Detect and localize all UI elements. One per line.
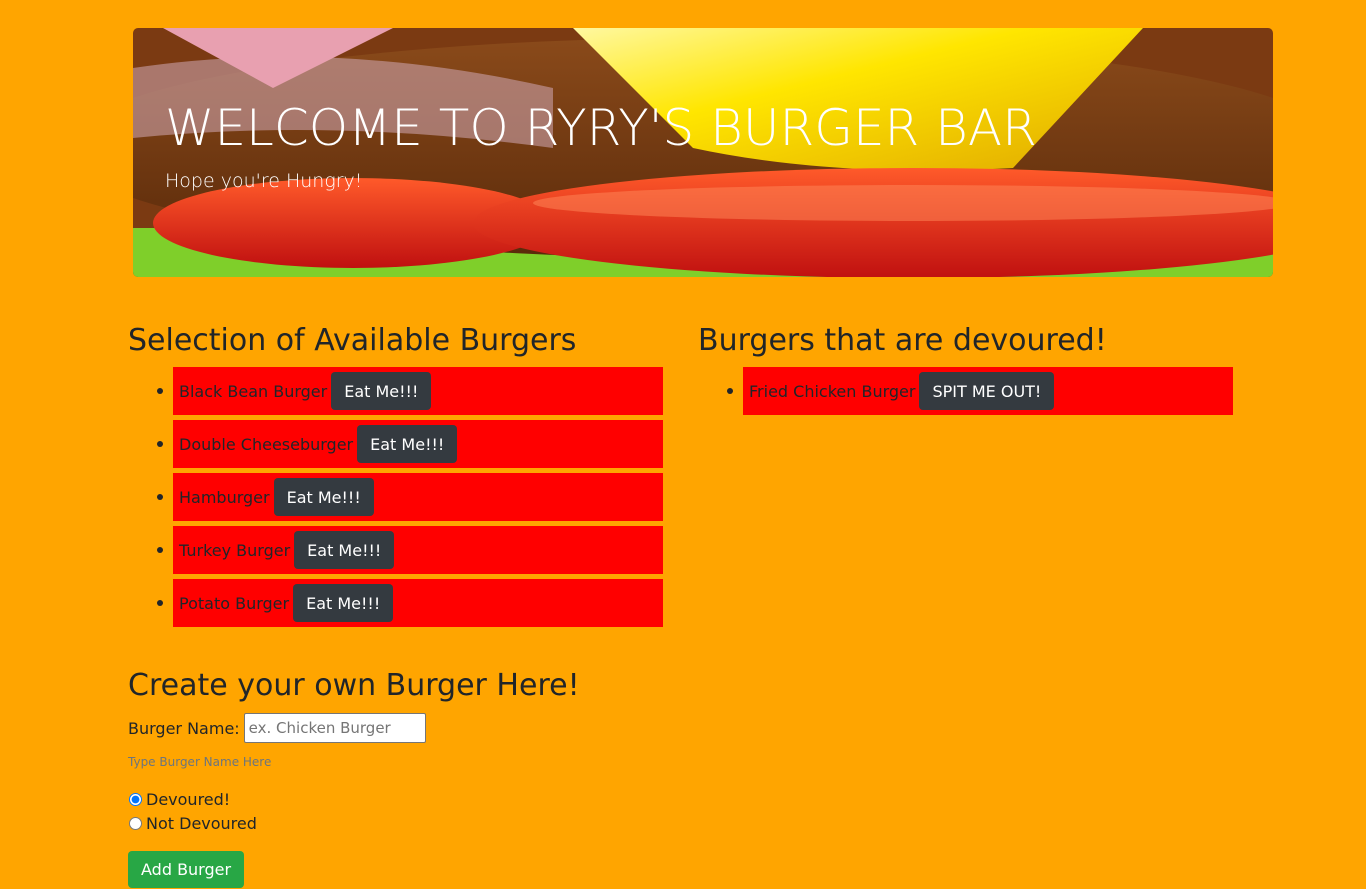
devoured-burgers-list: Fried Chicken Burger SPIT ME OUT! (727, 367, 1233, 420)
burger-name-label: Burger Name: (128, 718, 240, 738)
create-burger-heading: Create your own Burger Here! (128, 668, 580, 703)
list-item: Black Bean Burger Eat Me!!! (157, 367, 663, 415)
not-devoured-radio[interactable] (129, 817, 142, 830)
burger-name: Potato Burger (179, 593, 290, 613)
radio-devoured-row: Devoured! (128, 790, 230, 809)
devoured-burgers-heading: Burgers that are devoured! (698, 323, 1107, 358)
add-burger-button[interactable]: Add Burger (128, 851, 245, 888)
burger-name: Double Cheeseburger (179, 434, 354, 454)
hero-subtitle: Hope you're Hungry! (165, 170, 363, 192)
list-item: Turkey Burger Eat Me!!! (157, 526, 663, 574)
list-item: Double Cheeseburger Eat Me!!! (157, 420, 663, 468)
hero-banner: WELCOME TO RYRY'S BURGER BAR Hope you're… (133, 28, 1273, 277)
eat-me-button[interactable]: Eat Me!!! (293, 584, 394, 622)
hero-title: WELCOME TO RYRY'S BURGER BAR (165, 99, 1037, 157)
burger-name-row: Burger Name: (128, 713, 426, 743)
devoured-radio-label: Devoured! (146, 790, 231, 809)
burger-name: Turkey Burger (179, 540, 291, 560)
burger-name: Hamburger (179, 487, 270, 507)
eat-me-button[interactable]: Eat Me!!! (357, 425, 458, 463)
burger-name: Fried Chicken Burger (749, 381, 916, 401)
list-item: Potato Burger Eat Me!!! (157, 579, 663, 627)
not-devoured-radio-label: Not Devoured (146, 814, 257, 833)
list-item: Hamburger Eat Me!!! (157, 473, 663, 521)
eat-me-button[interactable]: Eat Me!!! (294, 531, 395, 569)
list-item: Fried Chicken Burger SPIT ME OUT! (727, 367, 1233, 415)
burger-name-input[interactable] (243, 713, 426, 743)
spit-me-out-button[interactable]: SPIT ME OUT! (919, 372, 1055, 410)
burger-name-help-text: Type Burger Name Here (128, 755, 272, 769)
available-burgers-heading: Selection of Available Burgers (128, 323, 577, 358)
available-burgers-list: Black Bean Burger Eat Me!!! Double Chees… (157, 367, 663, 632)
radio-not-devoured-row: Not Devoured (128, 814, 257, 833)
eat-me-button[interactable]: Eat Me!!! (331, 372, 432, 410)
burger-name: Black Bean Burger (179, 381, 328, 401)
eat-me-button[interactable]: Eat Me!!! (273, 478, 374, 516)
devoured-radio[interactable] (129, 793, 142, 806)
